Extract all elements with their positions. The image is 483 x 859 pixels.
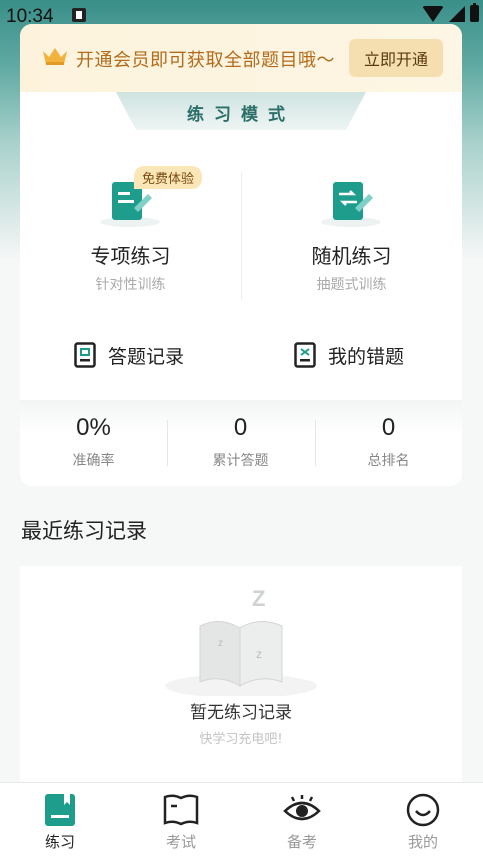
answer-record-label: 答题记录 [108,345,185,368]
nav-tab-exam[interactable]: 考试 [121,791,241,855]
signal-icon [449,5,465,22]
special-practice-subtitle: 针对性训练 [95,277,166,293]
empty-book-icon: Z z z [165,586,317,696]
ranking-stat: 0 总排名 [315,414,462,470]
wrong-questions-icon [294,342,316,368]
svg-text:Z: Z [252,586,265,611]
nav-tab-mine[interactable]: 我的 [363,791,483,855]
random-practice-icon [321,182,381,227]
nav-tab-practice[interactable]: 练习 [0,791,120,855]
nav-label-exam: 考试 [165,833,196,851]
svg-text:z: z [256,647,262,661]
random-practice-button[interactable]: 随机练习 抽题式训练 [241,164,462,314]
recent-practice-card: Z z z 暂无练习记录 快学习充电吧! [20,566,462,796]
random-practice-title: 随机练习 [311,244,392,268]
recent-practice-title: 最近练习记录 [21,519,147,543]
wifi-icon [422,5,444,22]
vip-promo-text: 开通会员即可获取全部题目哦～ [76,50,335,71]
accuracy-stat: 0% 准确率 [20,414,167,470]
bottom-nav: 练习 考试 备考 我的 [0,782,483,859]
total-answers-label: 累计答题 [212,453,269,469]
nav-label-mine: 我的 [407,833,438,851]
eye-icon [283,795,321,821]
special-practice-title: 专项练习 [90,244,171,268]
battery-icon [470,3,479,22]
free-trial-badge: 免费体验 [134,166,203,189]
answer-record-icon [74,342,96,368]
practice-card: 开通会员即可获取全部题目哦～ 立即开通 练习模式 免费体验 专项练习 针对性训练… [20,24,462,486]
ranking-label: 总排名 [367,453,410,469]
empty-state-title: 暂无练习记录 [190,703,292,723]
practice-icon [45,794,75,826]
special-practice-button[interactable]: 免费体验 专项练习 针对性训练 [20,164,241,314]
accuracy-label: 准确率 [72,453,115,469]
crown-icon [43,48,67,65]
answer-record-link[interactable]: 答题记录 [74,340,184,370]
exam-book-icon [163,794,199,826]
nav-tab-prepare[interactable]: 备考 [242,791,362,855]
total-answers-value: 0 [233,414,248,441]
empty-state-subtitle: 快学习充电吧! [199,732,283,747]
wrong-questions-link[interactable]: 我的错题 [294,340,404,370]
mode-title: 练习模式 [187,105,295,125]
total-answers-stat: 0 累计答题 [167,414,314,470]
vip-banner[interactable]: 开通会员即可获取全部题目哦～ 立即开通 [20,24,462,92]
nav-label-prepare: 备考 [286,833,317,851]
accuracy-value: 0% [76,414,111,441]
random-practice-subtitle: 抽题式训练 [316,277,387,293]
open-vip-button[interactable]: 立即开通 [349,39,443,77]
notification-icon [72,8,86,22]
status-icons [422,3,479,22]
smile-face-icon [406,793,440,827]
nav-label-practice: 练习 [44,833,75,851]
ranking-value: 0 [381,414,396,441]
wrong-questions-label: 我的错题 [328,345,405,368]
svg-text:z: z [218,638,223,649]
